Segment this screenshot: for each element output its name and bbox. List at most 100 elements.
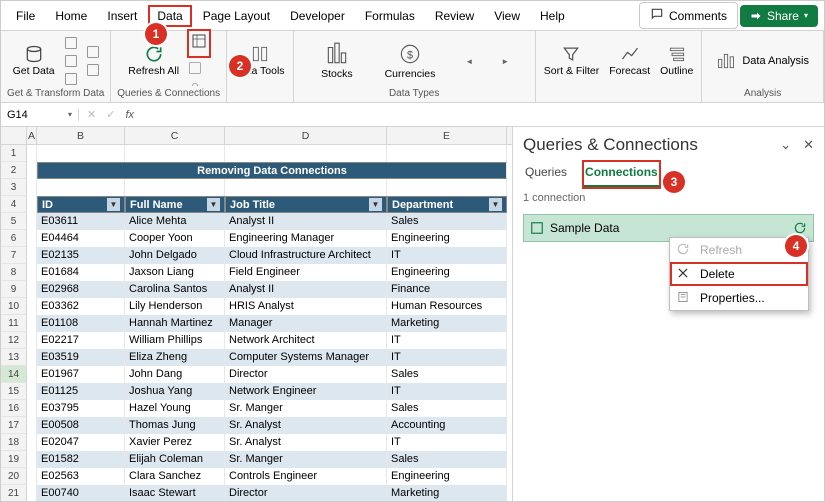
table-cell[interactable]: E01108: [37, 315, 125, 332]
col-header[interactable]: D: [225, 127, 387, 144]
filter-dropdown-icon[interactable]: ▼: [107, 198, 120, 211]
table-cell[interactable]: E03362: [37, 298, 125, 315]
table-cell[interactable]: Marketing: [387, 315, 507, 332]
menu-developer[interactable]: Developer: [281, 5, 354, 27]
table-cell[interactable]: Clara Sanchez: [125, 468, 225, 485]
ctx-delete[interactable]: Delete: [670, 262, 808, 286]
share-button[interactable]: Share ▾: [740, 5, 818, 27]
table-cell[interactable]: Analyst II: [225, 281, 387, 298]
col-header[interactable]: E: [387, 127, 507, 144]
table-cell[interactable]: Network Architect: [225, 332, 387, 349]
nav-left-icon[interactable]: ◄: [465, 57, 473, 66]
table-cell[interactable]: Sr. Analyst: [225, 417, 387, 434]
table-cell[interactable]: Hannah Martinez: [125, 315, 225, 332]
currencies-button[interactable]: $ Currencies: [383, 39, 438, 83]
table-cell[interactable]: IT: [387, 434, 507, 451]
get-data-small2[interactable]: [85, 44, 101, 78]
data-analysis-button[interactable]: Data Analysis: [708, 47, 817, 75]
table-cell[interactable]: John Delgado: [125, 247, 225, 264]
table-cell[interactable]: Engineering: [387, 230, 507, 247]
table-cell[interactable]: Jaxson Liang: [125, 264, 225, 281]
menu-page-layout[interactable]: Page Layout: [194, 5, 279, 27]
menu-formulas[interactable]: Formulas: [356, 5, 424, 27]
table-cell[interactable]: Xavier Perez: [125, 434, 225, 451]
table-cell[interactable]: Engineering: [387, 468, 507, 485]
stocks-button[interactable]: Stocks: [319, 39, 355, 83]
fx-icon[interactable]: fx: [125, 109, 134, 121]
comments-button[interactable]: Comments: [639, 2, 738, 29]
spreadsheet-grid[interactable]: A B C D E 12Removing Data Connections34I…: [1, 127, 512, 501]
table-cell[interactable]: William Phillips: [125, 332, 225, 349]
table-cell[interactable]: Marketing: [387, 485, 507, 501]
filter-dropdown-icon[interactable]: ▼: [489, 198, 502, 211]
table-cell[interactable]: Computer Systems Manager: [225, 349, 387, 366]
table-cell[interactable]: Sales: [387, 366, 507, 383]
menu-view[interactable]: View: [485, 5, 529, 27]
table-cell[interactable]: Finance: [387, 281, 507, 298]
table-cell[interactable]: Controls Engineer: [225, 468, 387, 485]
table-cell[interactable]: Eliza Zheng: [125, 349, 225, 366]
table-cell[interactable]: John Dang: [125, 366, 225, 383]
tab-queries[interactable]: Queries: [523, 161, 569, 188]
tab-connections[interactable]: Connections: [583, 161, 660, 188]
table-cell[interactable]: Sales: [387, 400, 507, 417]
table-cell[interactable]: IT: [387, 332, 507, 349]
forecast-button[interactable]: Forecast: [607, 42, 652, 80]
table-cell[interactable]: E00740: [37, 485, 125, 501]
table-cell[interactable]: Cloud Infrastructure Architect: [225, 247, 387, 264]
table-cell[interactable]: Field Engineer: [225, 264, 387, 281]
queries-connections-button[interactable]: [187, 29, 211, 58]
table-cell[interactable]: Alice Mehta: [125, 213, 225, 230]
get-data-small[interactable]: [63, 35, 79, 87]
filter-dropdown-icon[interactable]: ▼: [207, 198, 220, 211]
refresh-all-button[interactable]: Refresh All: [126, 42, 181, 80]
table-cell[interactable]: Manager: [225, 315, 387, 332]
table-cell[interactable]: Sr. Manger: [225, 451, 387, 468]
table-cell[interactable]: Sales: [387, 451, 507, 468]
confirm-icon[interactable]: ✓: [106, 108, 115, 121]
table-cell[interactable]: Sales: [387, 213, 507, 230]
nav-right-icon[interactable]: ►: [501, 57, 509, 66]
table-cell[interactable]: Elijah Coleman: [125, 451, 225, 468]
table-cell[interactable]: Cooper Yoon: [125, 230, 225, 247]
sort-filter-button[interactable]: Sort & Filter: [542, 42, 601, 80]
refresh-icon[interactable]: [793, 221, 807, 235]
table-cell[interactable]: IT: [387, 383, 507, 400]
table-cell[interactable]: Joshua Yang: [125, 383, 225, 400]
chevron-down-icon[interactable]: ⌄: [780, 137, 791, 153]
table-cell[interactable]: Isaac Stewart: [125, 485, 225, 501]
table-cell[interactable]: Analyst II: [225, 213, 387, 230]
table-cell[interactable]: Sr. Manger: [225, 400, 387, 417]
menu-home[interactable]: Home: [46, 5, 96, 27]
menu-insert[interactable]: Insert: [98, 5, 146, 27]
cancel-icon[interactable]: ✕: [87, 108, 96, 121]
table-cell[interactable]: E01967: [37, 366, 125, 383]
table-cell[interactable]: Accounting: [387, 417, 507, 434]
table-cell[interactable]: IT: [387, 349, 507, 366]
table-cell[interactable]: IT: [387, 247, 507, 264]
table-cell[interactable]: E03611: [37, 213, 125, 230]
ctx-properties[interactable]: Properties...: [670, 286, 808, 310]
get-data-button[interactable]: Get Data: [11, 42, 57, 80]
table-cell[interactable]: Engineering: [387, 264, 507, 281]
table-cell[interactable]: Network Engineer: [225, 383, 387, 400]
properties-small-icon[interactable]: [187, 60, 203, 76]
table-cell[interactable]: Carolina Santos: [125, 281, 225, 298]
table-cell[interactable]: E02047: [37, 434, 125, 451]
table-cell[interactable]: E01125: [37, 383, 125, 400]
col-header[interactable]: A: [27, 127, 37, 144]
table-cell[interactable]: Director: [225, 485, 387, 501]
table-cell[interactable]: E02135: [37, 247, 125, 264]
table-cell[interactable]: Director: [225, 366, 387, 383]
table-cell[interactable]: Engineering Manager: [225, 230, 387, 247]
table-cell[interactable]: E02563: [37, 468, 125, 485]
table-cell[interactable]: Human Resources: [387, 298, 507, 315]
table-cell[interactable]: E02217: [37, 332, 125, 349]
close-icon[interactable]: ✕: [803, 137, 814, 153]
filter-dropdown-icon[interactable]: ▼: [369, 198, 382, 211]
menu-help[interactable]: Help: [531, 5, 574, 27]
table-cell[interactable]: E01582: [37, 451, 125, 468]
table-cell[interactable]: E03519: [37, 349, 125, 366]
table-cell[interactable]: E02968: [37, 281, 125, 298]
outline-button[interactable]: Outline: [658, 42, 695, 80]
